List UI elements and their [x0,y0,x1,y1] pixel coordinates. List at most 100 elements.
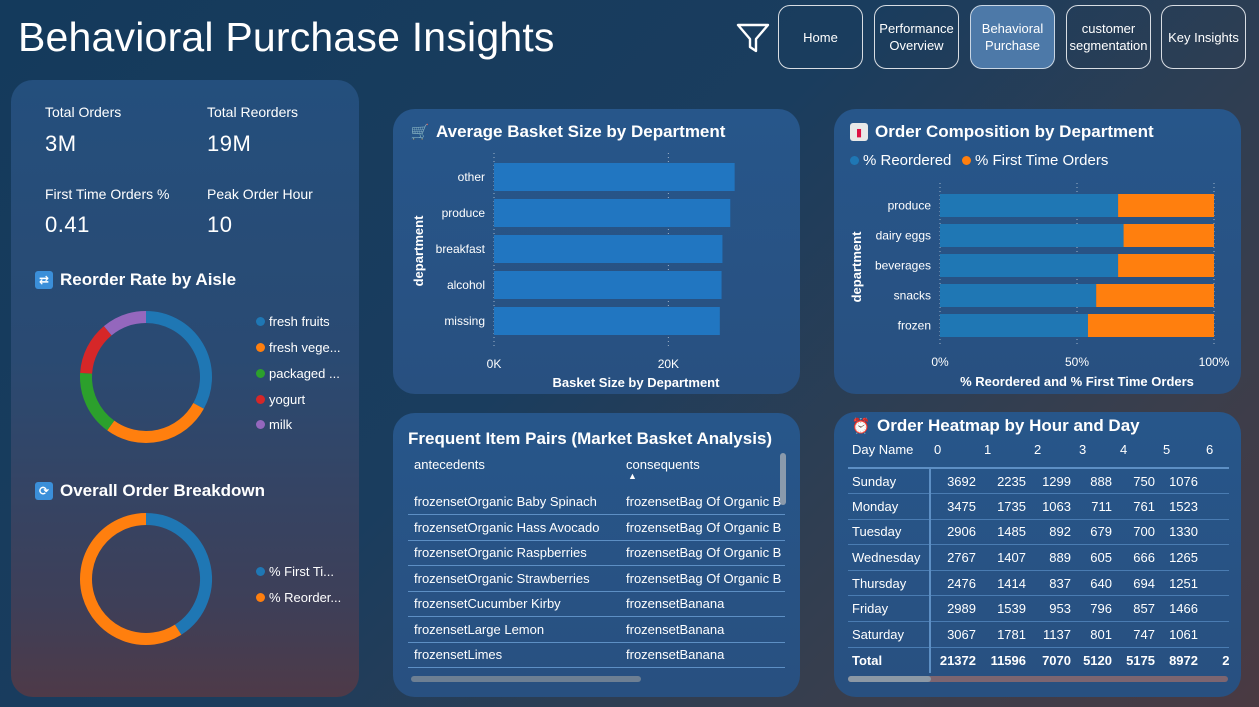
reorder-rate-slice-3[interactable] [80,326,112,374]
bar-beverages-first-time[interactable] [1118,254,1214,277]
item-pairs-table: antecedents consequents ▲ frozensetOrgani… [408,451,785,668]
legend-item-first-time[interactable]: % First Ti... [256,564,334,579]
table-row[interactable]: frozensetOrganic Raspberries frozensetBag… [408,540,785,566]
column-header-hour[interactable]: 6 [1202,438,1229,468]
count-cell: 1414 [980,570,1030,597]
legend-item-fresh-vegetables[interactable]: fresh vege... [256,340,341,355]
column-header-hour[interactable]: 4 [1116,438,1159,468]
legend-dot [256,369,265,378]
x-axis-title: Basket Size by Department [553,375,721,390]
table-row[interactable]: Wednesday27671407889605666126545 [848,544,1229,571]
count-cell: 1076 [1159,468,1202,495]
reorder-rate-donut[interactable] [71,302,221,452]
day-cell: Thursday [848,570,931,597]
bar-snacks-reordered[interactable] [940,284,1097,307]
legend-item-milk[interactable]: milk [256,417,292,432]
count-cell: 700 [1116,519,1159,546]
bar-frozen-reordered[interactable] [940,314,1088,337]
reorder-rate-slice-1[interactable] [107,402,204,443]
table-row[interactable]: Saturday306717811137801747106130 [848,621,1229,648]
antecedent-cell: frozensetOrganic Raspberries [408,540,620,566]
legend-item-packaged[interactable]: packaged ... [256,366,340,381]
bar-missing[interactable] [494,307,720,335]
day-cell: Saturday [848,621,931,648]
nav-performance-overview-button[interactable]: Performance Overview [874,5,959,69]
bar-other[interactable] [494,163,735,191]
nav-behavioral-purchase-button[interactable]: Behavioral Purchase [970,5,1055,69]
bar-dairy eggs-reordered[interactable] [940,224,1124,247]
bar-produce-reordered[interactable] [940,194,1119,217]
x-tick-label: 50% [1065,355,1089,369]
overall-breakdown-slice-0[interactable] [145,513,212,635]
table-row[interactable]: frozensetCucumber Kirby frozensetBanana [408,591,785,617]
basket-size-title: 🛒 Average Basket Size by Department [411,122,726,142]
bar-beverages-reordered[interactable] [940,254,1119,277]
horizontal-scrollbar[interactable] [411,676,641,682]
legend-dot [256,420,265,429]
total-label: Total [848,647,931,673]
table-row[interactable]: frozensetOrganic Baby Spinach frozensetBa… [408,489,785,515]
column-header-hour[interactable]: 1 [980,438,1030,468]
table-row[interactable]: Monday347517351063711761152351 [848,493,1229,520]
nav-key-insights-button[interactable]: Key Insights [1161,5,1246,69]
column-header-antecedents[interactable]: antecedents [408,451,620,489]
column-header-consequents[interactable]: consequents ▲ [620,451,785,489]
order-composition-card: ▮ Order Composition by Department % Reor… [834,109,1241,394]
reorder-rate-slice-4[interactable] [103,311,147,336]
legend-item-fresh-fruits[interactable]: fresh fruits [256,314,330,329]
table-row[interactable]: Thursday24761414837640694125141 [848,570,1229,597]
column-header-hour[interactable]: 3 [1075,438,1116,468]
horizontal-scrollbar[interactable] [848,676,931,682]
count-cell: 1063 [1030,493,1075,520]
count-cell: 2235 [980,468,1030,495]
overall-breakdown-slice-1[interactable] [80,513,182,645]
reorder-rate-slice-0[interactable] [145,311,212,409]
count-cell: 1137 [1030,621,1075,648]
nav-home-button[interactable]: Home [778,5,863,69]
bar-produce-first-time[interactable] [1118,194,1214,217]
heatmap-title: ⏰ Order Heatmap by Hour and Day [852,416,1140,436]
column-header-hour[interactable]: 5 [1159,438,1202,468]
order-composition-title: ▮ Order Composition by Department [850,122,1154,142]
count-cell: 640 [1075,570,1116,597]
legend-item-reordered[interactable]: % Reorder... [256,590,341,605]
bar-snacks-first-time[interactable] [1096,284,1214,307]
count-cell: 953 [1030,595,1075,623]
table-row[interactable]: frozensetLarge Lemon frozensetBanana [408,616,785,643]
reorder-rate-slice-2[interactable] [80,372,115,431]
legend-item-first-time-pct[interactable]: % First Time Orders [962,152,1108,169]
order-composition-chart[interactable]: produce dairy eggs beverages snacks frozen 0%… [834,179,1241,394]
bar-dairy eggs-first-time[interactable] [1123,224,1214,247]
column-header-hour[interactable]: 2 [1030,438,1075,468]
vertical-scrollbar[interactable] [780,453,786,505]
count-cell: 1299 [1030,468,1075,495]
column-header-hour[interactable]: 0 [930,438,980,468]
legend-item-yogurt[interactable]: yogurt [256,392,305,407]
legend-item-reordered-pct[interactable]: % Reordered [850,152,951,169]
table-row[interactable]: Sunday369222351299888750107631 [848,468,1229,495]
total-cell: 21372 [939,652,976,668]
y-tick-label: produce [888,199,932,213]
y-tick-label: missing [444,314,485,328]
x-tick-label: 0K [487,357,502,371]
table-row[interactable]: Tuesday29061485892679700133045 [848,519,1229,546]
overall-breakdown-title: ⟳ Overall Order Breakdown [35,481,265,501]
nav-customer-segmentation-button[interactable]: customer segmentation [1066,5,1151,69]
table-row[interactable]: frozensetLimes frozensetBanana [408,642,785,668]
count-cell: 2989 [930,595,980,623]
bar-breakfast[interactable] [494,235,723,263]
count-cell: 666 [1116,544,1159,571]
bar-frozen-first-time[interactable] [1087,314,1214,337]
count-cell: 1061 [1159,621,1202,648]
filter-icon[interactable] [735,20,771,56]
table-row[interactable]: Friday29891539953796857146645 [848,595,1229,623]
table-row[interactable]: frozensetOrganic Strawberries frozensetBa… [408,565,785,592]
table-row[interactable]: frozensetOrganic Hass Avocado frozensetBa… [408,514,785,541]
overall-breakdown-title-text: Overall Order Breakdown [60,481,266,500]
count-cell: 45 [1202,595,1229,623]
bar-alcohol[interactable] [494,271,722,299]
basket-size-chart[interactable]: other produce breakfast alcohol missing 0K 20K… [393,149,800,394]
overall-breakdown-donut[interactable] [71,504,221,654]
bar-produce[interactable] [494,199,731,227]
column-header-day-name[interactable]: Day Name [848,438,930,469]
